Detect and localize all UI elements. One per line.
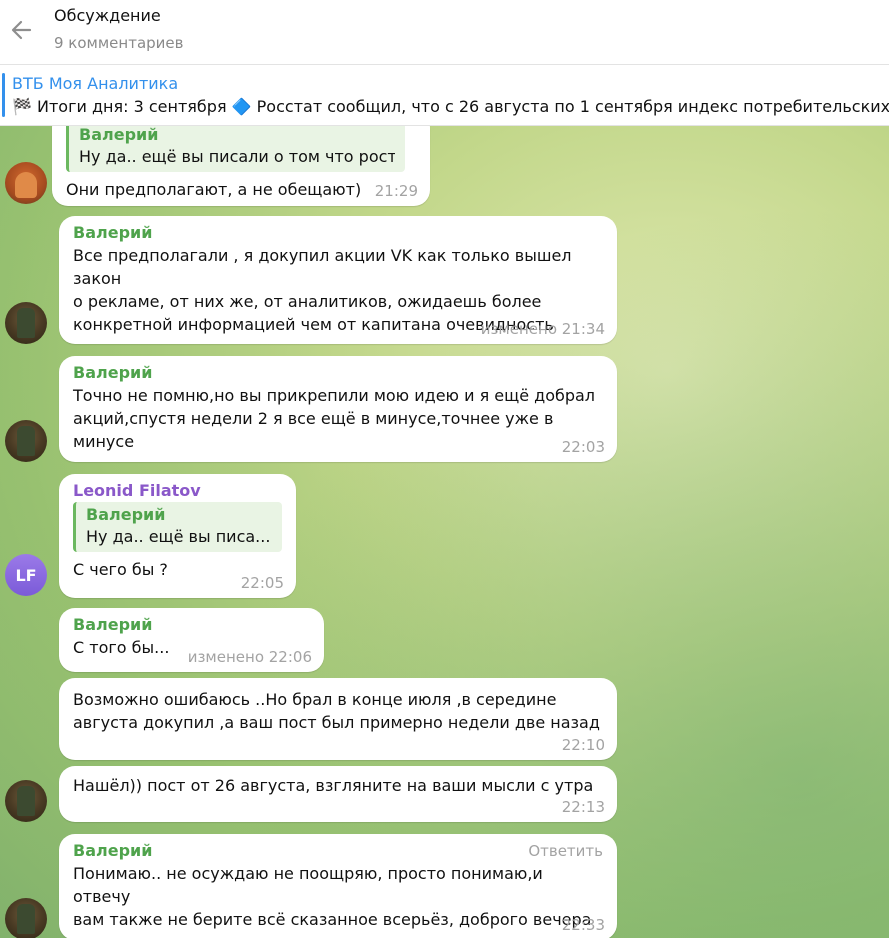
message-time: изменено 22:06 <box>187 648 312 666</box>
message-time: 22:05 <box>240 574 284 592</box>
pinned-channel-name: ВТБ Моя Аналитика <box>12 74 179 93</box>
message-time: 22:10 <box>561 736 605 754</box>
message-text: Понимаю.. не осуждаю не поощряю, просто … <box>73 864 592 929</box>
pinned-post[interactable]: ВТБ Моя Аналитика 🏁 Итоги дня: 3 сентябр… <box>0 65 889 126</box>
message-bubble[interactable]: Валерий Точно не помню,но вы прикрепили … <box>59 356 617 462</box>
user-avatar[interactable] <box>5 162 47 204</box>
reply-button[interactable]: Ответить <box>528 842 603 860</box>
chat-header: Обсуждение 9 комментариев <box>0 0 889 65</box>
user-avatar[interactable] <box>5 302 47 344</box>
message-author[interactable]: Валерий <box>73 362 605 384</box>
message-list[interactable]: Валерий Ну да.. ещё вы писали о том что … <box>0 126 889 938</box>
message-text: Нашёл)) пост от 26 августа, взгляните на… <box>73 776 594 795</box>
pinned-accent-bar <box>2 73 5 117</box>
reply-author: Валерий <box>86 505 166 524</box>
pinned-post-text: 🏁 Итоги дня: 3 сентября 🔷 Росстат сообщи… <box>12 97 889 116</box>
message-author[interactable]: Leonid Filatov <box>73 480 284 502</box>
reply-quote[interactable]: Валерий Ну да.. ещё вы писа... <box>73 502 282 552</box>
user-avatar[interactable] <box>5 898 47 938</box>
message-bubble[interactable]: Валерий С того бы... изменено 22:06 <box>59 608 324 672</box>
avatar-initials: LF <box>15 565 37 585</box>
message-time: 22:03 <box>561 438 605 456</box>
message-bubble[interactable]: Валерий Ну да.. ещё вы писали о том что … <box>52 126 430 206</box>
user-avatar[interactable] <box>5 780 47 822</box>
message-text: Возможно ошибаюсь ..Но брал в конце июля… <box>73 690 600 732</box>
message-bubble[interactable]: Leonid Filatov Валерий Ну да.. ещё вы пи… <box>59 474 296 598</box>
back-arrow-icon[interactable] <box>8 16 36 44</box>
comment-count: 9 комментариев <box>54 34 184 52</box>
message-bubble[interactable]: Валерий Ответить Понимаю.. не осуждаю не… <box>59 834 617 938</box>
reply-quote[interactable]: Валерий Ну да.. ещё вы писали о том что … <box>66 126 405 172</box>
message-bubble[interactable]: Возможно ошибаюсь ..Но брал в конце июля… <box>59 678 617 760</box>
reply-text: Ну да.. ещё вы писа... <box>86 527 271 546</box>
user-avatar[interactable]: LF <box>5 554 47 596</box>
reply-author: Валерий <box>79 126 159 144</box>
reply-text: Ну да.. ещё вы писали о том что рост... <box>79 147 395 166</box>
message-time: 22:13 <box>561 798 605 816</box>
message-author[interactable]: Валерий <box>73 222 605 244</box>
message-author[interactable]: Валерий <box>73 840 605 862</box>
message-text: Точно не помню,но вы прикрепили мою идею… <box>73 386 596 451</box>
message-time: 22:33 <box>561 916 605 934</box>
message-bubble[interactable]: Валерий Все предполагали , я докупил акц… <box>59 216 617 344</box>
discussion-title: Обсуждение <box>54 6 161 25</box>
message-text: Они предполагают, а не обещают) <box>66 180 362 199</box>
message-time: изменено 21:34 <box>480 320 605 338</box>
message-author[interactable]: Валерий <box>73 614 312 636</box>
message-bubble[interactable]: Нашёл)) пост от 26 августа, взгляните на… <box>59 766 617 822</box>
user-avatar[interactable] <box>5 420 47 462</box>
message-time: 21:29 <box>374 182 418 200</box>
